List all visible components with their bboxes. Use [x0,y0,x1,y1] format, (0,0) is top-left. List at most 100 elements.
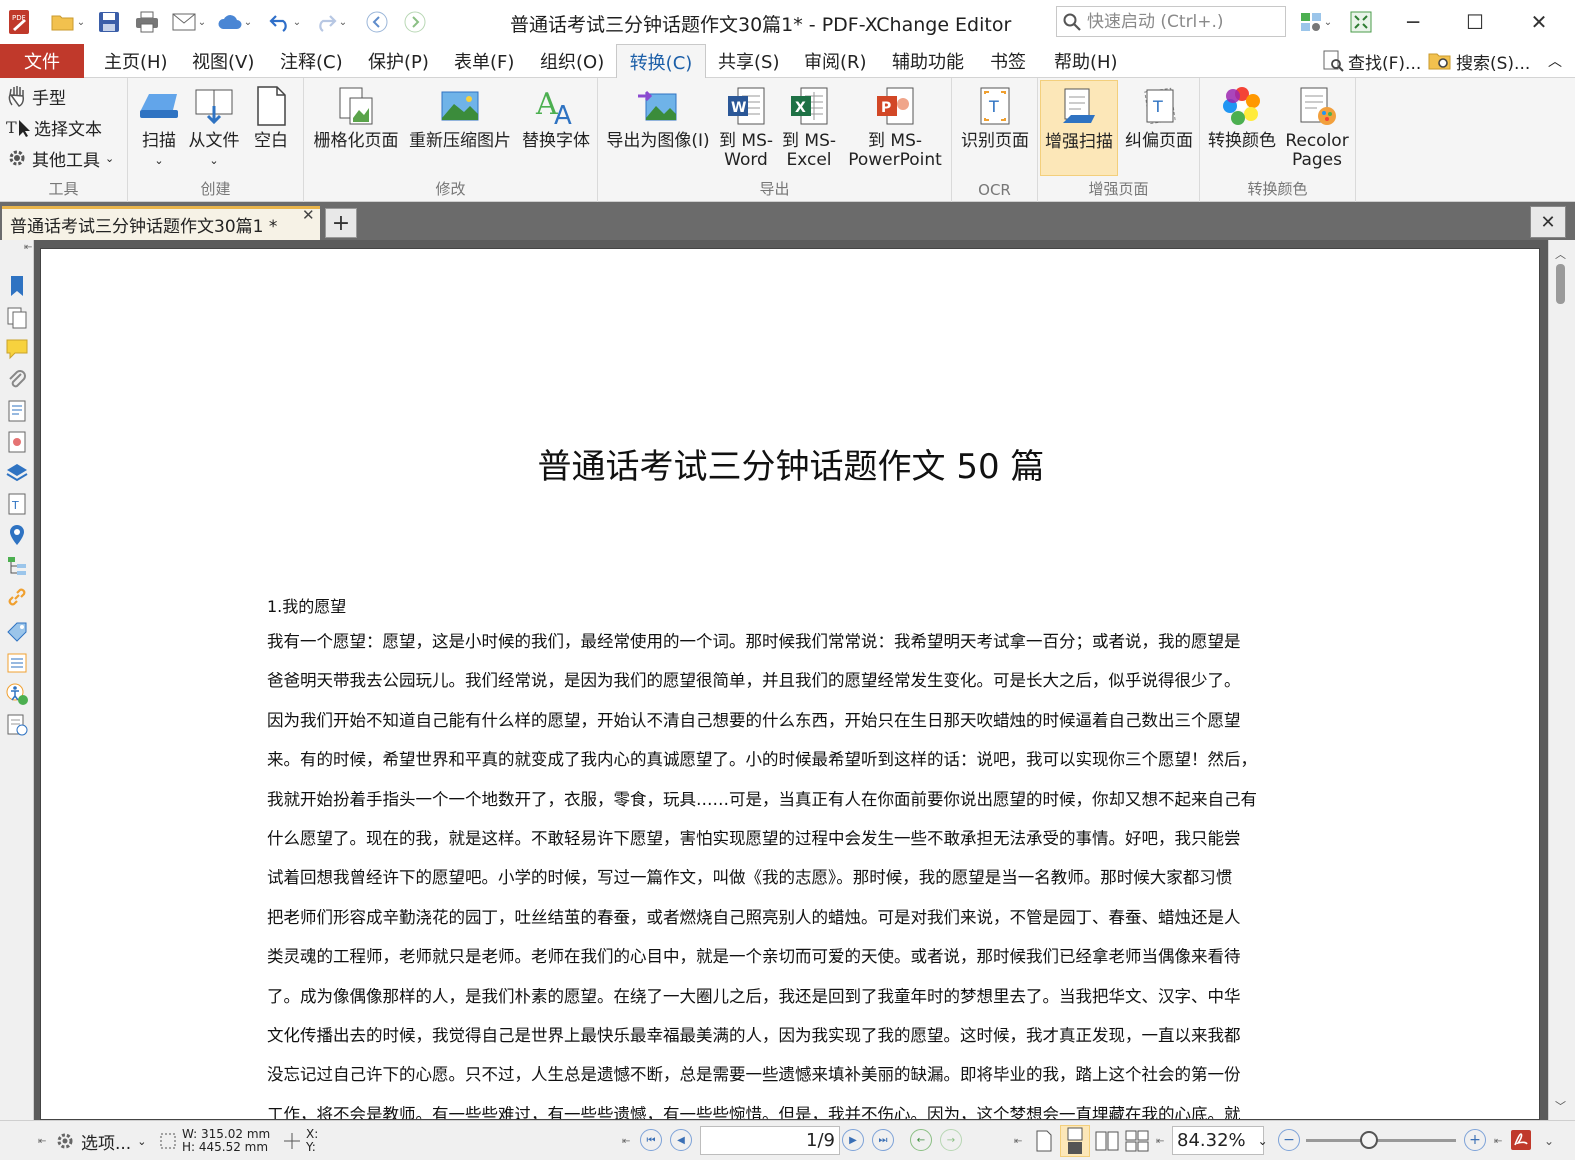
close-tab-icon[interactable]: ✕ [302,206,315,224]
zoom-collapse-icon[interactable]: ⇤ [1156,1125,1164,1157]
previous-view-button[interactable]: ← [910,1129,932,1151]
search-button[interactable]: 搜索(S)... [1428,48,1530,74]
fullscreen-icon[interactable] [1348,8,1374,36]
enhance-scan-button[interactable]: 增强扫描 [1040,80,1118,176]
from-file-button[interactable]: 从文件 ⌄ [186,84,242,170]
tab-bookmarks[interactable]: 书签 [982,44,1034,78]
page-number-input[interactable]: 1 /9 [700,1126,840,1155]
scroll-down-icon[interactable]: ﹀ [1555,1098,1566,1114]
vertical-scrollbar[interactable]: ︿ ﹀ [1548,240,1575,1120]
print-icon[interactable] [134,8,160,36]
email-icon[interactable]: ⌄ [168,8,210,36]
convert-colors-button[interactable]: 转换颜色 [1204,84,1280,151]
bookmarks-icon[interactable] [5,274,29,298]
tab-protect[interactable]: 保护(P) [360,44,437,78]
scrollbar-thumb[interactable] [1556,264,1565,304]
options-button[interactable]: 选项... ⌄ [54,1125,146,1157]
select-text-tool[interactable]: T 选择文本 [6,113,102,141]
file-tab[interactable]: 文件 [0,44,84,78]
scroll-up-icon[interactable]: ︿ [1555,246,1566,262]
status-right-collapse-icon[interactable]: ⇤ [1494,1125,1502,1157]
layout-collapse-icon[interactable]: ⇤ [1014,1125,1022,1157]
recompress-images-button[interactable]: 重新压缩图片 [404,84,516,151]
export-image-button[interactable]: 导出为图像(I) [602,84,714,151]
fields-icon[interactable]: T [5,492,29,516]
last-page-button[interactable]: ⏭ [872,1129,894,1151]
links-icon[interactable] [5,585,29,609]
zoom-in-button[interactable]: + [1464,1129,1486,1151]
thumbnails-icon[interactable] [5,306,29,330]
document-view[interactable]: 普通话考试三分钟话题作文 50 篇 1.我的愿望 我有一个愿望：愿望，这是小时候… [34,240,1548,1120]
nav-collapse-icon[interactable]: ⇤ [622,1125,630,1157]
app-logo-icon[interactable]: PDF [6,8,32,36]
collapse-sidebar-icon[interactable]: ⇤ [24,242,32,253]
articles-icon[interactable] [5,430,29,454]
minimize-button[interactable]: ─ [1390,6,1436,38]
facing-continuous-icon[interactable] [1124,1129,1150,1153]
rasterize-page-button[interactable]: 栅格化页面 [308,84,404,151]
tab-form[interactable]: 表单(F) [446,44,522,78]
accessibility-check-icon[interactable] [5,682,29,706]
attachments-icon[interactable] [5,368,29,392]
back-icon[interactable] [364,8,390,36]
comments-icon[interactable] [5,337,29,361]
zoom-slider-thumb[interactable] [1360,1131,1378,1149]
cloud-icon[interactable]: ⌄ [214,8,256,36]
customize-toolbar-icon[interactable]: ⌄ [1296,8,1336,36]
document-tab[interactable]: 普通话考试三分钟话题作文30篇1 * [2,206,320,240]
facing-pages-icon[interactable] [1094,1129,1120,1153]
open-file-icon[interactable]: ⌄ [48,8,88,36]
next-page-button[interactable]: ▶ [842,1129,864,1151]
undo-icon[interactable]: ⌄ [264,8,306,36]
destinations-icon[interactable] [5,523,29,547]
zoom-dropdown[interactable]: 84.32% ⌄ [1172,1126,1268,1155]
tab-comment[interactable]: 注释(C) [272,44,351,78]
zoom-slider-track[interactable] [1306,1139,1456,1142]
next-view-button[interactable]: → [940,1129,962,1151]
reading-order-icon[interactable] [5,713,29,737]
save-icon[interactable] [96,8,122,36]
pdf-logo-icon[interactable] [1510,1129,1532,1151]
layers-icon[interactable] [5,461,29,485]
quick-launch-input[interactable] [1087,11,1277,32]
to-powerpoint-button[interactable]: P 到 MS- PowerPoint [844,84,946,170]
scan-button[interactable]: 扫描 ⌄ [134,84,184,170]
collapse-ribbon-icon[interactable]: ︿ [1548,48,1562,74]
forward-icon[interactable] [402,8,428,36]
close-document-button[interactable]: ✕ [1530,206,1566,238]
replace-fonts-button[interactable]: AA 替换字体 [516,84,596,151]
tab-view[interactable]: 视图(V) [184,44,262,78]
blank-page-button[interactable]: 空白 [246,84,296,151]
continuous-page-button[interactable] [1060,1125,1090,1157]
recognize-page-button[interactable]: T 识别页面 [956,84,1034,151]
maximize-button[interactable]: ☐ [1452,6,1498,38]
tab-review[interactable]: 审阅(R) [796,44,875,78]
hand-tool[interactable]: 手型 [6,82,66,110]
tab-share[interactable]: 共享(S) [710,44,787,78]
previous-page-button[interactable]: ◀ [670,1129,692,1151]
first-page-button[interactable]: ⏮ [640,1129,662,1151]
tab-organize[interactable]: 组织(O) [532,44,612,78]
to-excel-button[interactable]: X 到 MS- Excel [778,84,840,170]
other-tools-button[interactable]: 其他工具 ⌄ [6,144,114,172]
tags-icon[interactable] [5,620,29,644]
tab-convert[interactable]: 转换(C) [616,44,706,79]
compare-icon[interactable] [5,651,29,675]
tab-accessibility[interactable]: 辅助功能 [884,44,972,78]
redo-icon[interactable]: ⌄ [310,8,352,36]
zoom-out-button[interactable]: − [1278,1129,1300,1151]
deskew-button[interactable]: T 纠偏页面 [1120,84,1198,151]
status-expand-icon[interactable]: ⌄ [1544,1125,1554,1157]
quick-launch-box[interactable] [1056,6,1286,37]
find-button[interactable]: 查找(F)... [1322,48,1421,74]
new-tab-button[interactable]: + [325,208,357,238]
to-word-button[interactable]: W 到 MS- Word [716,84,776,170]
tab-help[interactable]: 帮助(H) [1046,44,1126,78]
recolor-pages-button[interactable]: Recolor Pages [1282,84,1352,170]
content-icon[interactable] [5,399,29,423]
single-page-icon[interactable] [1034,1129,1054,1153]
structure-icon[interactable] [5,554,29,578]
status-collapse-icon[interactable]: ⇤ [38,1125,46,1157]
close-button[interactable]: ✕ [1516,6,1562,38]
tab-home[interactable]: 主页(H) [96,44,176,78]
